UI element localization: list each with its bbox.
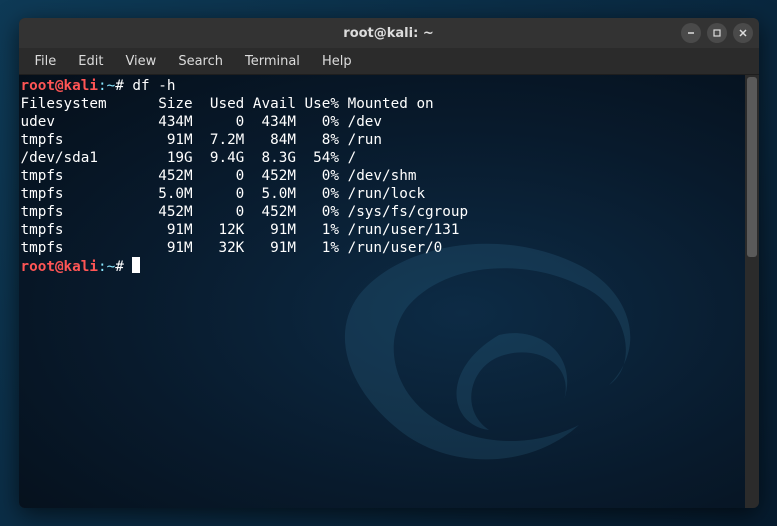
prompt-path: ~: [107, 259, 116, 275]
prompt-at: @: [55, 259, 64, 275]
df-row: tmpfs 91M 12K 91M 1% /run/user/131: [21, 222, 460, 238]
prompt-sep: :: [98, 78, 107, 94]
prompt-sigil: #: [115, 259, 124, 275]
terminal-window: root@kali: ~ File Edit View Search Termi…: [19, 18, 759, 508]
cursor: [132, 257, 140, 273]
df-row: tmpfs 452M 0 452M 0% /sys/fs/cgroup: [21, 204, 469, 220]
titlebar[interactable]: root@kali: ~: [19, 18, 759, 48]
close-button[interactable]: [733, 23, 753, 43]
terminal-area[interactable]: root@kali:~# df -h Filesystem Size Used …: [19, 75, 759, 508]
minimize-button[interactable]: [681, 23, 701, 43]
menu-terminal[interactable]: Terminal: [235, 52, 310, 71]
df-header: Filesystem Size Used Avail Use% Mounted …: [21, 96, 434, 112]
scrollbar[interactable]: [745, 75, 759, 508]
menubar: File Edit View Search Terminal Help: [19, 48, 759, 75]
window-controls: [681, 23, 753, 43]
desktop: root@kali: ~ File Edit View Search Termi…: [0, 0, 777, 526]
prompt-at: @: [55, 78, 64, 94]
df-row: tmpfs 452M 0 452M 0% /dev/shm: [21, 168, 417, 184]
df-row: tmpfs 5.0M 0 5.0M 0% /run/lock: [21, 186, 426, 202]
command-line: df -h: [132, 78, 175, 94]
maximize-button[interactable]: [707, 23, 727, 43]
maximize-icon: [712, 28, 722, 38]
prompt-sigil: #: [115, 78, 124, 94]
menu-search[interactable]: Search: [168, 52, 233, 71]
prompt-host: kali: [64, 259, 98, 275]
prompt-path: ~: [107, 78, 116, 94]
prompt-user: root: [21, 259, 55, 275]
window-title: root@kali: ~: [343, 26, 433, 41]
menu-file[interactable]: File: [25, 52, 67, 71]
scrollbar-thumb[interactable]: [747, 77, 757, 257]
menu-edit[interactable]: Edit: [68, 52, 113, 71]
prompt-sep: :: [98, 259, 107, 275]
minimize-icon: [686, 28, 696, 38]
df-row: tmpfs 91M 32K 91M 1% /run/user/0: [21, 240, 443, 256]
menu-view[interactable]: View: [115, 52, 166, 71]
prompt-host: kali: [64, 78, 98, 94]
terminal-output[interactable]: root@kali:~# df -h Filesystem Size Used …: [19, 75, 745, 508]
df-row: udev 434M 0 434M 0% /dev: [21, 114, 383, 130]
menu-help[interactable]: Help: [312, 52, 362, 71]
prompt-user: root: [21, 78, 55, 94]
df-row: /dev/sda1 19G 9.4G 8.3G 54% /: [21, 150, 357, 166]
close-icon: [738, 28, 748, 38]
df-row: tmpfs 91M 7.2M 84M 8% /run: [21, 132, 383, 148]
